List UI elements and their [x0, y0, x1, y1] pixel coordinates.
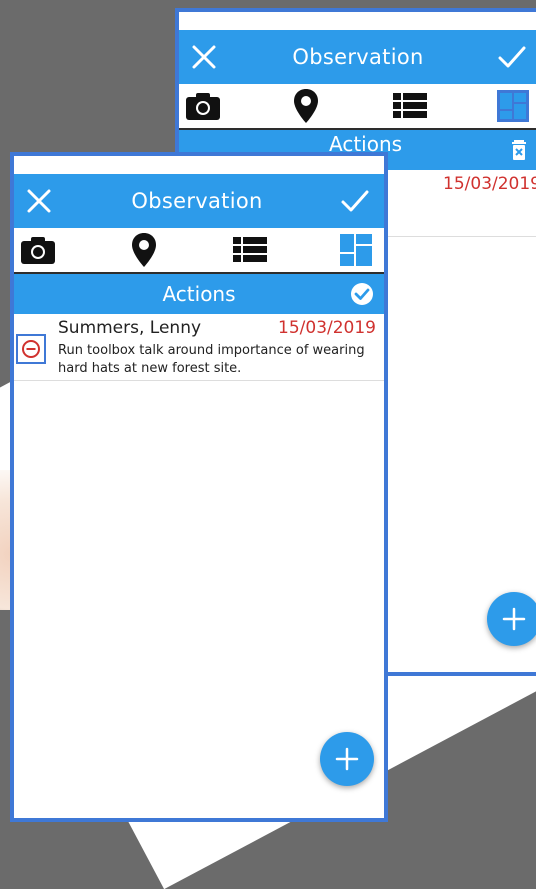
list-icon[interactable]	[230, 230, 270, 270]
plus-icon	[335, 747, 359, 771]
title-bar: Observation	[14, 174, 384, 228]
confirm-check-icon[interactable]	[340, 186, 370, 216]
delete-bin-icon[interactable]	[507, 138, 531, 162]
section-label: Actions	[162, 282, 236, 306]
add-button[interactable]	[320, 732, 374, 786]
list-icon[interactable]	[390, 86, 430, 126]
dashboard-icon[interactable]	[336, 230, 376, 270]
list-item[interactable]: Summers, Lenny 15/03/2019 Run toolbox ta…	[14, 314, 384, 381]
close-icon[interactable]	[189, 42, 219, 72]
close-icon[interactable]	[24, 186, 54, 216]
status-bar	[14, 156, 384, 174]
plus-icon	[502, 607, 526, 631]
front-screen: Observation Actions Summers, Lenny 15/03…	[10, 152, 388, 822]
minus-circle-icon	[22, 340, 40, 358]
item-name: Summers, Lenny	[58, 318, 202, 338]
check-circle-icon[interactable]	[350, 282, 374, 306]
location-pin-icon[interactable]	[286, 86, 326, 126]
dashboard-icon[interactable]	[493, 86, 533, 126]
confirm-check-icon[interactable]	[497, 42, 527, 72]
item-description: Run toolbox talk around importance of we…	[58, 343, 365, 376]
page-title: Observation	[131, 189, 263, 213]
title-bar: Observation	[179, 30, 536, 84]
toolbar	[179, 84, 536, 130]
location-pin-icon[interactable]	[124, 230, 164, 270]
page-title: Observation	[292, 45, 424, 69]
camera-icon[interactable]	[18, 230, 58, 270]
item-date: 15/03/2019	[278, 318, 376, 338]
section-header: Actions	[14, 274, 384, 314]
toolbar	[14, 228, 384, 274]
status-bar	[179, 12, 536, 30]
add-button[interactable]	[487, 592, 536, 646]
camera-icon[interactable]	[183, 86, 223, 126]
item-date: 15/03/2019	[443, 174, 536, 194]
remove-item-button[interactable]	[16, 334, 46, 364]
